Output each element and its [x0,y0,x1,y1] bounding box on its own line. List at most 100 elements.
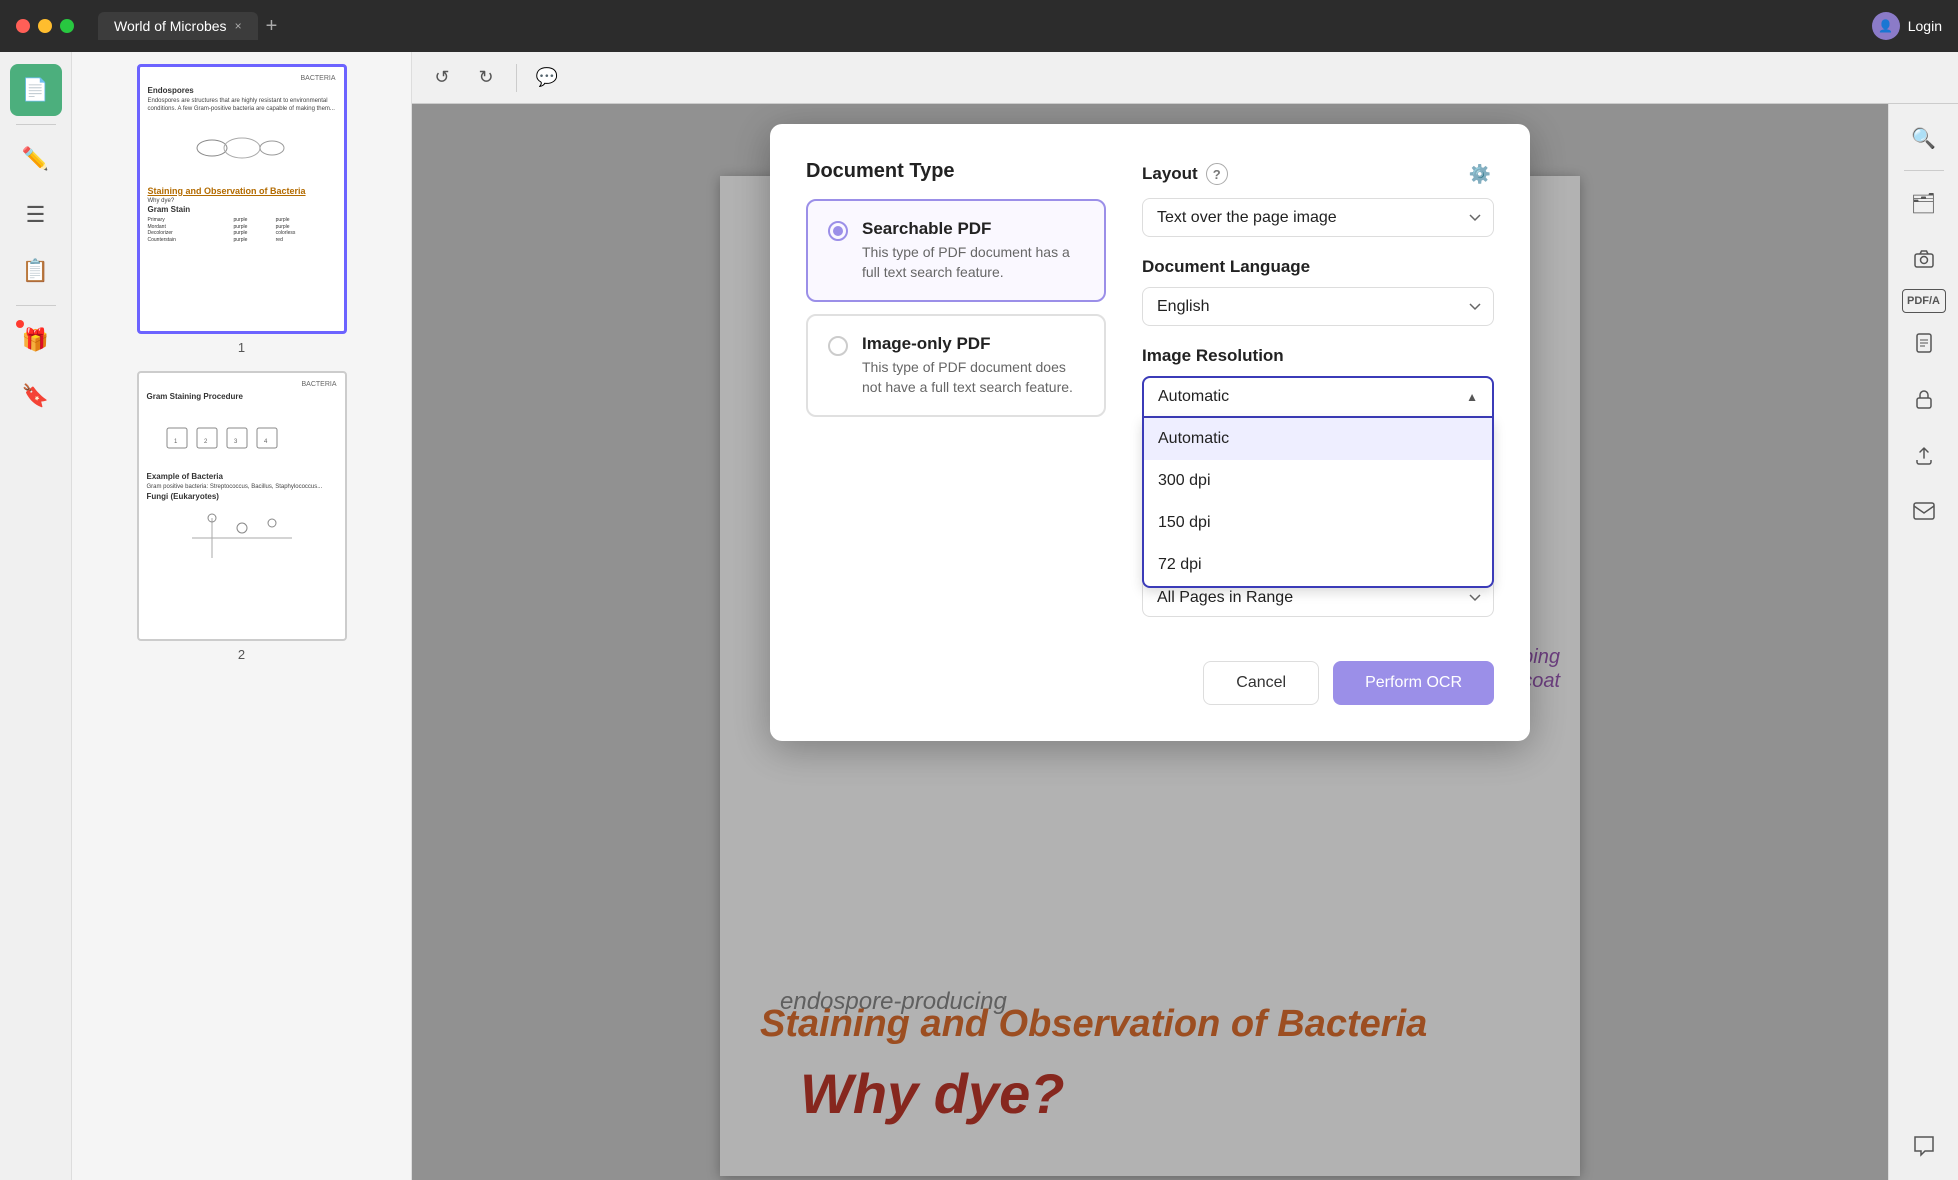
image-only-pdf-name: Image-only PDF [862,334,1084,354]
cancel-button[interactable]: Cancel [1203,661,1319,705]
perform-ocr-button[interactable]: Perform OCR [1333,661,1494,705]
titlebar: World of Microbes × + 👤 Login [0,0,1958,52]
tab-close-icon[interactable]: × [235,19,242,33]
svg-text:3: 3 [234,439,238,445]
sidebar-divider-1 [16,124,56,125]
layout-group: Layout ? ⚙️ Text over the page imag [1142,160,1494,237]
bookmark-icon: 🔖 [22,383,49,409]
resolution-option-300dpi[interactable]: 300 dpi [1144,460,1492,502]
searchable-pdf-text: Searchable PDF This type of PDF document… [862,219,1084,282]
thumbnail-2[interactable]: BACTERIA Gram Staining Procedure 1 2 3 4… [137,371,347,641]
thumbnail-1[interactable]: BACTERIA Endospores Endospores are struc… [137,64,347,334]
right-sidebar: 🔍 🗂 PDF/A [1888,104,1958,1180]
thumb-page-num-2: 2 [238,647,245,662]
right-pdfa-icon[interactable]: PDF/A [1902,289,1946,313]
searchable-pdf-radio [828,221,848,241]
language-label: Document Language [1142,257,1494,277]
resolution-option-72dpi[interactable]: 72 dpi [1144,544,1492,586]
resolution-option-150dpi[interactable]: 150 dpi [1144,502,1492,544]
ocr-dialog: Document Type Searchable PDF This [770,124,1530,741]
thumb-gram-stain: Gram Stain [148,205,336,214]
right-comment-icon[interactable] [1898,1120,1950,1172]
radio-inner [833,226,843,236]
layout-select[interactable]: Text over the page image Text under the … [1142,198,1494,237]
settings-icon[interactable]: ⚙️ [1466,160,1494,188]
new-tab-button[interactable]: + [266,15,278,38]
dialog-overlay: Document Type Searchable PDF This [412,104,1888,1180]
svg-text:2: 2 [204,439,208,445]
resolution-option-automatic[interactable]: Automatic [1144,418,1492,460]
close-button[interactable] [16,19,30,33]
thumb-illustration-3 [147,508,337,568]
resolution-dropdown: Automatic 300 dpi 150 dpi 72 dpi [1142,418,1494,588]
tab-title: World of Microbes [114,18,227,34]
document-icon: 📄 [22,77,49,103]
annotate-icon: ✏️ [22,146,49,172]
dialog-actions: Cancel Perform OCR [806,661,1494,705]
sidebar-item-pages[interactable]: 📋 [10,245,62,297]
resolution-selected-value: Automatic [1158,388,1229,406]
right-email-icon[interactable] [1898,485,1950,537]
right-lock-icon[interactable] [1898,373,1950,425]
thumb-illustration-1 [148,118,336,178]
toolbar-divider [516,64,517,92]
thumb-fungi-title: Fungi (Eukaryotes) [147,492,337,501]
thumb-page-num-1: 1 [238,340,245,355]
redo-button[interactable]: ↻ [468,60,504,96]
thumb-illustration-2: 1 2 3 4 [147,408,337,468]
left-sidebar: 📄 ✏️ ☰ 📋 🎁 🔖 [0,52,72,1180]
page-display-area: BACTERIA ative cell [412,104,1888,1180]
searchable-pdf-desc: This type of PDF document has a full tex… [862,243,1084,282]
thumb-section-staining: Staining and Observation of Bacteria [148,186,336,196]
undo-button[interactable]: ↺ [424,60,460,96]
sidebar-item-document[interactable]: 📄 [10,64,62,116]
app-body: 📄 ✏️ ☰ 📋 🎁 🔖 BACTERIA Endospores Endospo… [0,52,1958,1180]
gift-icon: 🎁 [22,327,49,353]
dialog-columns: Document Type Searchable PDF This [806,160,1494,637]
doc-type-options: Searchable PDF This type of PDF document… [806,199,1106,417]
layout-label-row: Layout ? ⚙️ [1142,160,1494,188]
tab-world-of-microbes[interactable]: World of Microbes × [98,12,258,40]
searchable-pdf-option[interactable]: Searchable PDF This type of PDF document… [806,199,1106,302]
dialog-right-column: Layout ? ⚙️ Text over the page imag [1142,160,1494,637]
outline-icon: ☰ [26,202,46,228]
toolbar: ↺ ↻ 💬 [412,52,1958,104]
thumb-body-1: Endospores are structures that are highl… [148,98,336,114]
image-only-pdf-option[interactable]: Image-only PDF This type of PDF document… [806,314,1106,417]
sidebar-item-bookmark[interactable]: 🔖 [10,370,62,422]
thumb-gram-body: Primarypurplepurple Mordantpurplepurple … [148,217,336,243]
maximize-button[interactable] [60,19,74,33]
resolution-label: Image Resolution [1142,346,1494,366]
right-camera-icon[interactable] [1898,233,1950,285]
right-search-icon[interactable]: 🔍 [1898,112,1950,164]
login-label[interactable]: Login [1908,18,1942,34]
pages-icon: 📋 [22,258,49,284]
chevron-up-icon: ▲ [1466,390,1478,404]
dialog-left-column: Document Type Searchable PDF This [806,160,1106,637]
window-controls [16,19,74,33]
doc-type-title: Document Type [806,160,1106,183]
image-only-pdf-text: Image-only PDF This type of PDF document… [862,334,1084,397]
sidebar-item-annotate[interactable]: ✏️ [10,133,62,185]
language-select[interactable]: English French German Spanish [1142,287,1494,326]
svg-text:1: 1 [174,439,178,445]
searchable-pdf-name: Searchable PDF [862,219,1084,239]
image-only-pdf-radio [828,336,848,356]
right-upload-icon[interactable] [1898,429,1950,481]
right-document-icon[interactable] [1898,317,1950,369]
resolution-wrapper: Automatic ▲ Automatic 300 dpi 150 dpi 72… [1142,376,1494,418]
sidebar-item-gift[interactable]: 🎁 [10,314,62,366]
layout-label: Layout [1142,164,1198,184]
sidebar-divider-2 [16,305,56,306]
help-icon[interactable]: ? [1206,163,1228,185]
thumb-endospores-title: Endospores [148,86,336,95]
minimize-button[interactable] [38,19,52,33]
image-only-pdf-desc: This type of PDF document does not have … [862,358,1084,397]
comment-button[interactable]: 💬 [529,60,565,96]
thumb-body-staining: Why dye? [148,198,336,206]
resolution-selected[interactable]: Automatic ▲ [1142,376,1494,418]
right-organize-icon[interactable]: 🗂 [1898,177,1950,229]
svg-text:4: 4 [264,439,268,445]
sidebar-item-outline[interactable]: ☰ [10,189,62,241]
thumb-bacteria-label: BACTERIA [148,75,336,82]
